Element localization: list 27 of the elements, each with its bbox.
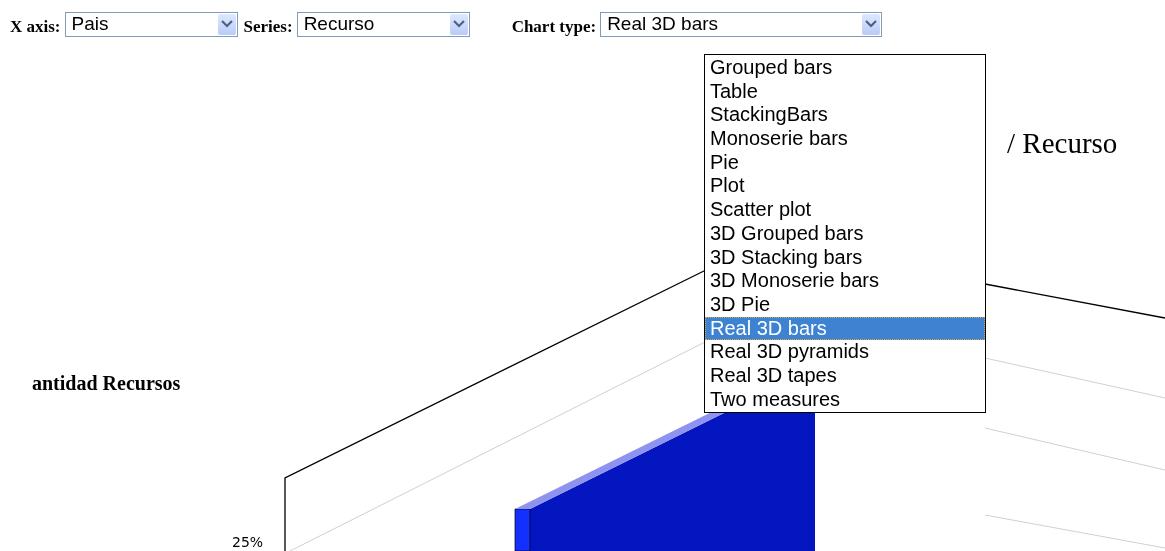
dropdown-option[interactable]: Real 3D bars <box>705 316 985 341</box>
dropdown-option[interactable]: Grouped bars <box>705 56 985 80</box>
field-label: X axis: <box>10 16 61 37</box>
axis-tick-label: 25% <box>232 535 264 550</box>
caret-icon <box>865 20 878 28</box>
dropdown-option[interactable]: 3D Grouped bars <box>705 221 985 246</box>
dropdown-option[interactable]: 3D Stacking bars <box>705 245 985 270</box>
caret-icon <box>452 20 465 28</box>
dropdown-option[interactable]: Table <box>705 79 985 104</box>
dropdown[interactable]: Recurso <box>296 11 470 37</box>
dropdown-option[interactable]: Two measures <box>705 387 985 412</box>
dropdown-option[interactable]: Monoserie bars <box>705 127 985 151</box>
chart-title: / Recurso <box>1007 127 1118 160</box>
caret-icon <box>220 20 233 28</box>
dropdown-option[interactable]: StackingBars <box>705 103 985 128</box>
axis-title: antidad Recursos <box>32 372 181 395</box>
dropdown-option[interactable]: 3D Pie <box>705 292 985 317</box>
dropdown[interactable]: Pais <box>64 11 238 37</box>
dropdown-option[interactable]: Scatter plot <box>705 198 985 222</box>
dropdown-option[interactable]: Real 3D pyramids <box>705 340 985 364</box>
field-label: Series: <box>243 16 293 37</box>
dropdown[interactable]: Real 3D bars <box>600 11 883 37</box>
dropdown-option[interactable]: 3D Monoserie bars <box>705 269 985 293</box>
field-label: Chart type: <box>511 16 597 37</box>
dropdown-option[interactable]: Plot <box>705 174 985 199</box>
dropdown-option[interactable]: Pie <box>705 150 985 175</box>
dropdown-option[interactable]: Real 3D tapes <box>705 363 985 388</box>
